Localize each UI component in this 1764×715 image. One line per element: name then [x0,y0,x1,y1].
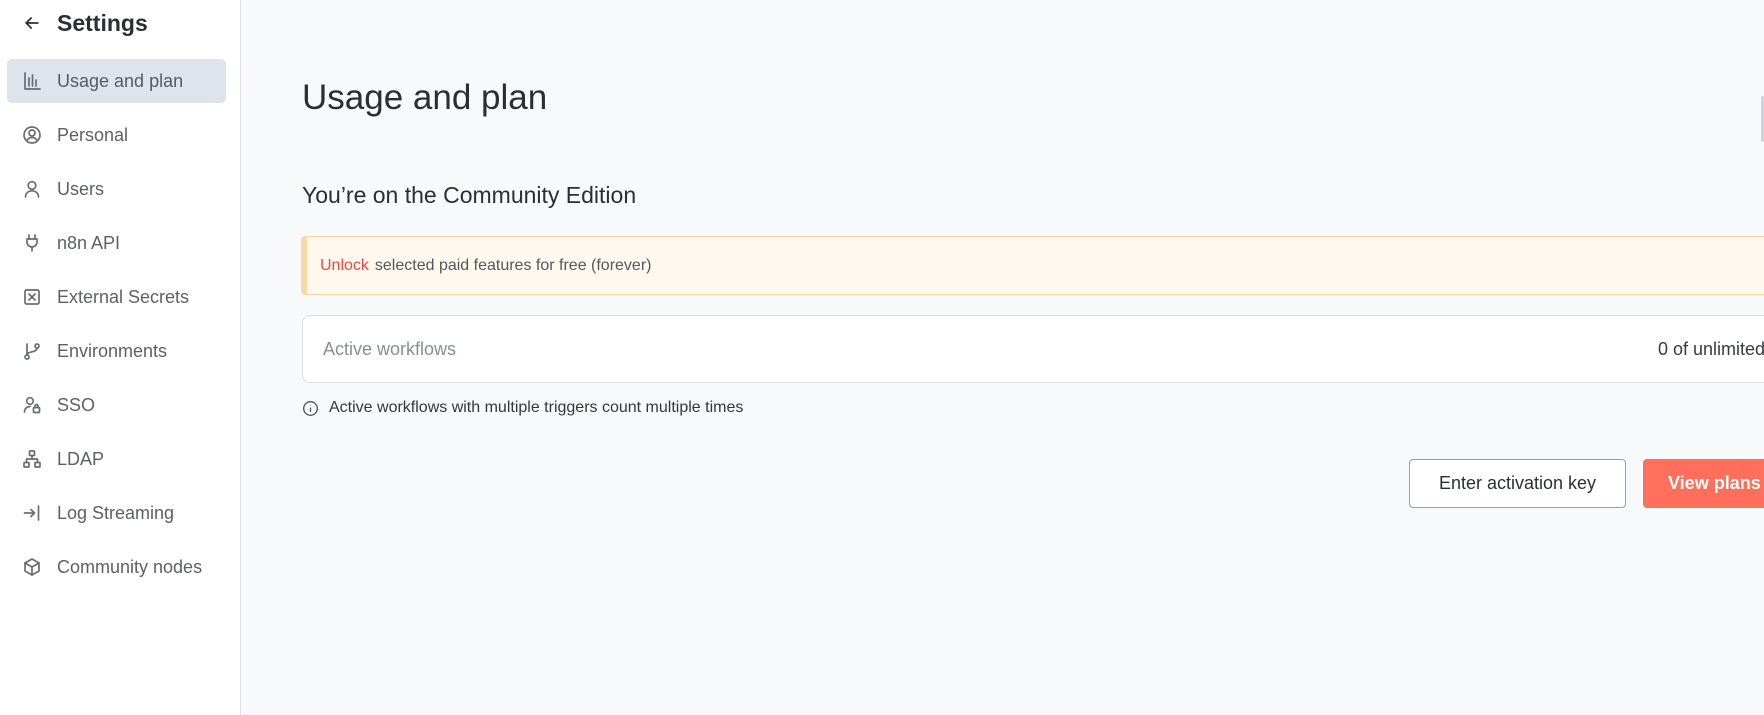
sidebar-title: Settings [57,10,148,36]
edition-heading: You’re on the Community Edition [302,182,637,208]
sidebar-item-label: Personal [57,124,129,145]
user-circle-icon [22,125,42,145]
cube-icon [22,557,42,577]
sidebar-item-label: Log Streaming [57,502,175,523]
sidebar-item-log-streaming[interactable]: Log Streaming [7,491,226,535]
sidebar-item-personal[interactable]: Personal [7,113,226,157]
enter-activation-key-button[interactable]: Enter activation key [1409,459,1626,508]
sidebar-item-label: Users [57,178,105,199]
view-plans-button[interactable]: View plans [1643,459,1764,508]
main-content: Usage and plan You’re on the Community E… [241,0,1764,715]
settings-sidebar: Settings Usage and plan Personal Users n… [0,0,241,715]
sidebar-item-external-secrets[interactable]: External Secrets [7,275,226,319]
app: Settings Usage and plan Personal Users n… [0,0,1764,715]
chart-bar-icon [22,71,42,91]
sidebar-item-label: External Secrets [57,286,190,307]
git-branch-icon [22,341,42,361]
vault-icon [22,287,42,307]
sidebar-item-label: Environments [57,340,168,361]
unlock-link[interactable]: Unlock [320,257,369,275]
user-lock-icon [22,395,42,415]
sidebar-item-community-nodes[interactable]: Community nodes [7,545,226,589]
info-text: Active workflows with multiple triggers … [329,399,744,416]
sidebar-item-ldap[interactable]: LDAP [7,437,226,481]
sidebar-item-label: Usage and plan [57,70,184,91]
sidebar-item-sso[interactable]: SSO [7,383,226,427]
settings-nav: Usage and plan Personal Users n8n API Ex… [7,59,226,599]
plug-icon [22,233,42,253]
active-workflows-label: Active workflows [323,339,457,359]
sign-in-icon [22,503,42,523]
unlock-callout: Unlock selected paid features for free (… [301,236,1764,295]
sidebar-header: Settings [0,0,240,50]
network-icon [22,449,42,469]
active-workflows-card: Active workflows 0 of unlimited [302,315,1764,383]
info-note: Active workflows with multiple triggers … [302,399,743,417]
sidebar-item-users[interactable]: Users [7,167,226,211]
sidebar-item-n8n-api[interactable]: n8n API [7,221,226,265]
user-icon [22,179,42,199]
sidebar-item-label: SSO [57,394,96,415]
info-icon [303,400,318,416]
sidebar-item-environments[interactable]: Environments [7,329,226,373]
callout-text: selected paid features for free (forever… [374,256,652,274]
back-arrow-icon[interactable] [20,11,44,35]
sidebar-item-label: n8n API [57,232,121,253]
sidebar-item-usage-and-plan[interactable]: Usage and plan [7,59,226,103]
page-title: Usage and plan [302,78,548,117]
active-workflows-value: 0 of unlimited [1657,339,1764,359]
sidebar-item-label: Community nodes [57,556,203,577]
sidebar-item-label: LDAP [57,448,105,469]
